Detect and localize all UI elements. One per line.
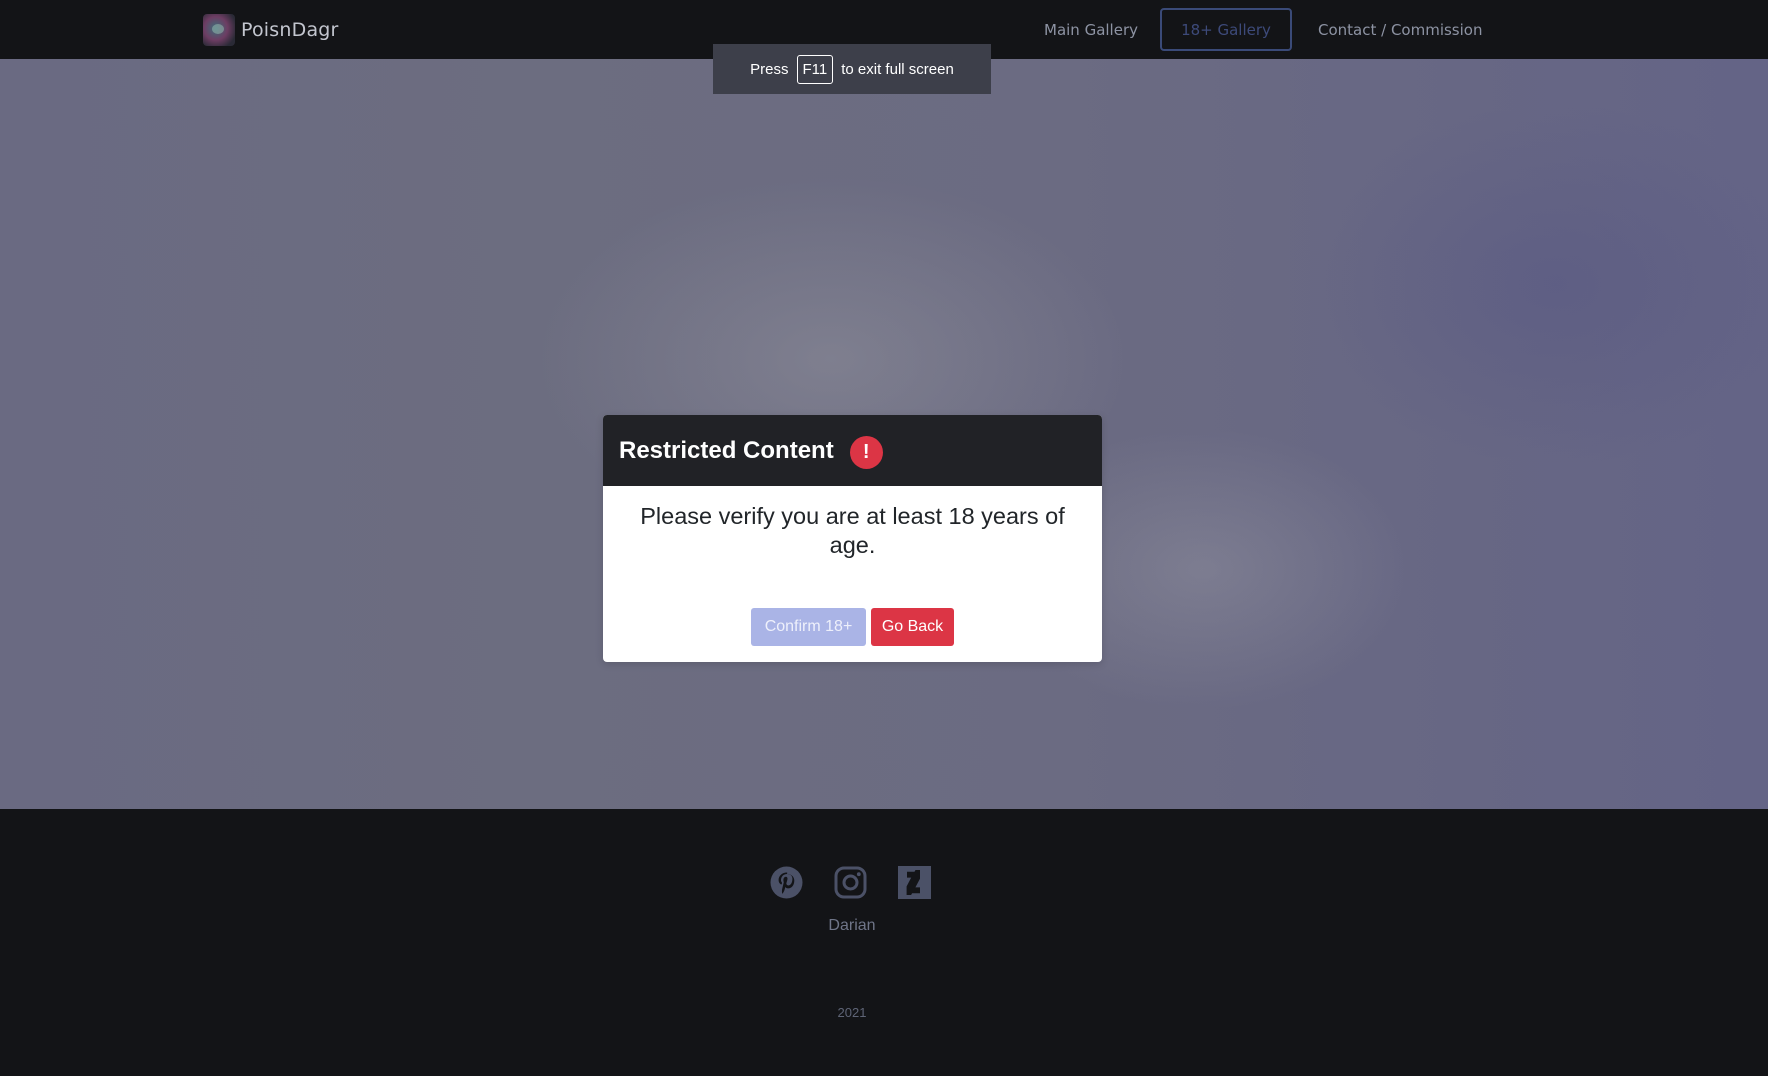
social-links	[770, 866, 931, 899]
brand-logo	[203, 14, 235, 46]
fullscreen-toast: Press F11 to exit full screen	[713, 44, 991, 94]
brand-name: PoisnDagr	[241, 19, 339, 41]
go-back-button[interactable]: Go Back	[871, 608, 954, 646]
pinterest-icon[interactable]	[770, 866, 803, 899]
footer-author-name: Darian	[828, 917, 876, 934]
nav-main-gallery[interactable]: Main Gallery	[1044, 8, 1138, 51]
footer: Darian 2021	[0, 809, 1768, 1076]
footer-year: 2021	[837, 1005, 867, 1020]
modal-header: Restricted Content !	[603, 415, 1102, 486]
nav-contact-commission[interactable]: Contact / Commission	[1318, 8, 1482, 51]
nav-adult-gallery[interactable]: 18+ Gallery	[1160, 8, 1292, 51]
brand-link[interactable]: PoisnDagr	[203, 14, 339, 46]
age-verification-modal: Restricted Content ! Please verify you a…	[603, 415, 1102, 662]
confirm-18-button[interactable]: Confirm 18+	[751, 608, 866, 646]
fullscreen-toast-key: F11	[796, 54, 834, 84]
modal-actions: Confirm 18+ Go Back	[603, 608, 1102, 646]
modal-title: Restricted Content	[619, 436, 834, 464]
fullscreen-toast-suffix: to exit full screen	[841, 60, 954, 78]
fullscreen-toast-prefix: Press	[750, 60, 789, 78]
deviantart-icon[interactable]	[898, 866, 931, 899]
instagram-icon[interactable]	[834, 866, 867, 899]
modal-message: Please verify you are at least 18 years …	[640, 503, 1065, 558]
exclamation-circle-icon: !	[849, 436, 883, 469]
